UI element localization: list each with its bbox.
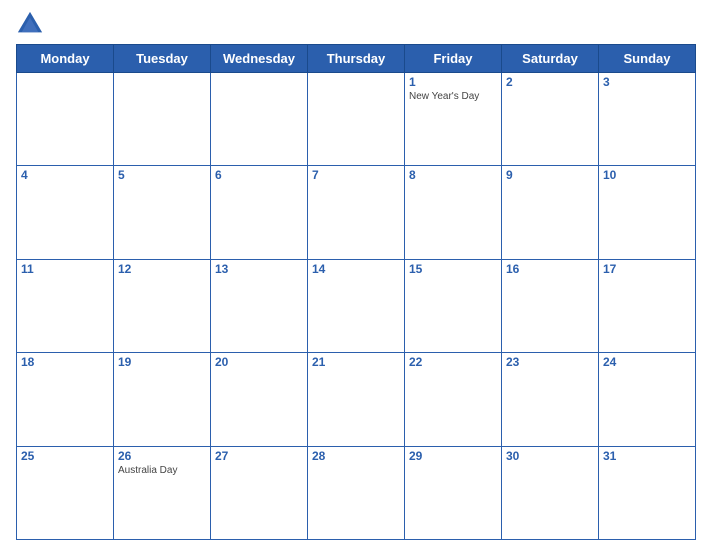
day-number: 17 <box>603 262 691 276</box>
calendar-cell: 18 <box>17 353 114 446</box>
day-number: 1 <box>409 75 497 89</box>
calendar-cell: 25 <box>17 446 114 539</box>
weekday-header-row: MondayTuesdayWednesdayThursdayFridaySatu… <box>17 45 696 73</box>
weekday-header-thursday: Thursday <box>308 45 405 73</box>
day-number: 4 <box>21 168 109 182</box>
holiday-label: Australia Day <box>118 465 206 476</box>
calendar-cell <box>308 73 405 166</box>
day-number: 20 <box>215 355 303 369</box>
week-row-4: 18 19 20 21 22 23 24 <box>17 353 696 446</box>
weekday-header-sunday: Sunday <box>599 45 696 73</box>
weekday-header-monday: Monday <box>17 45 114 73</box>
calendar-cell: 1 New Year's Day <box>405 73 502 166</box>
calendar-cell: 8 <box>405 166 502 259</box>
calendar-cell: 14 <box>308 259 405 352</box>
calendar-cell: 23 <box>502 353 599 446</box>
calendar-cell: 20 <box>211 353 308 446</box>
weekday-header-saturday: Saturday <box>502 45 599 73</box>
week-row-5: 25 26 Australia Day 27 28 29 30 31 <box>17 446 696 539</box>
weekday-header-friday: Friday <box>405 45 502 73</box>
calendar-cell: 26 Australia Day <box>114 446 211 539</box>
day-number: 31 <box>603 449 691 463</box>
day-number: 30 <box>506 449 594 463</box>
week-row-1: 1 New Year's Day 23 <box>17 73 696 166</box>
week-row-2: 456789 10 <box>17 166 696 259</box>
calendar-cell <box>211 73 308 166</box>
day-number: 15 <box>409 262 497 276</box>
calendar-cell: 2 <box>502 73 599 166</box>
day-number: 8 <box>409 168 497 182</box>
day-number: 5 <box>118 168 206 182</box>
calendar-cell: 4 <box>17 166 114 259</box>
calendar-cell: 13 <box>211 259 308 352</box>
day-number: 24 <box>603 355 691 369</box>
calendar-cell: 11 <box>17 259 114 352</box>
day-number: 18 <box>21 355 109 369</box>
day-number: 16 <box>506 262 594 276</box>
day-number: 7 <box>312 168 400 182</box>
day-number: 25 <box>21 449 109 463</box>
holiday-label: New Year's Day <box>409 91 497 102</box>
calendar-cell: 10 <box>599 166 696 259</box>
calendar-cell: 15 <box>405 259 502 352</box>
day-number: 13 <box>215 262 303 276</box>
weekday-header-wednesday: Wednesday <box>211 45 308 73</box>
day-number: 28 <box>312 449 400 463</box>
day-number: 29 <box>409 449 497 463</box>
day-number: 21 <box>312 355 400 369</box>
day-number: 23 <box>506 355 594 369</box>
day-number: 22 <box>409 355 497 369</box>
day-number: 19 <box>118 355 206 369</box>
calendar-cell: 17 <box>599 259 696 352</box>
calendar-cell: 12 <box>114 259 211 352</box>
calendar-cell: 29 <box>405 446 502 539</box>
calendar-header <box>16 10 696 38</box>
calendar-cell: 22 <box>405 353 502 446</box>
calendar-cell <box>114 73 211 166</box>
calendar-cell: 24 <box>599 353 696 446</box>
calendar-cell: 6 <box>211 166 308 259</box>
calendar-cell: 31 <box>599 446 696 539</box>
logo <box>16 10 46 38</box>
day-number: 11 <box>21 262 109 276</box>
calendar-cell: 28 <box>308 446 405 539</box>
day-number: 10 <box>603 168 691 182</box>
day-number: 6 <box>215 168 303 182</box>
day-number: 2 <box>506 75 594 89</box>
calendar-cell: 21 <box>308 353 405 446</box>
calendar-cell: 16 <box>502 259 599 352</box>
calendar-cell: 9 <box>502 166 599 259</box>
calendar-cell: 3 <box>599 73 696 166</box>
day-number: 26 <box>118 449 206 463</box>
calendar-cell: 5 <box>114 166 211 259</box>
calendar-cell: 27 <box>211 446 308 539</box>
calendar-cell <box>17 73 114 166</box>
calendar-cell: 30 <box>502 446 599 539</box>
day-number: 27 <box>215 449 303 463</box>
calendar-cell: 19 <box>114 353 211 446</box>
weekday-header-tuesday: Tuesday <box>114 45 211 73</box>
calendar-cell: 7 <box>308 166 405 259</box>
day-number: 12 <box>118 262 206 276</box>
general-blue-logo-icon <box>16 10 44 38</box>
day-number: 14 <box>312 262 400 276</box>
day-number: 9 <box>506 168 594 182</box>
day-number: 3 <box>603 75 691 89</box>
calendar-table: MondayTuesdayWednesdayThursdayFridaySatu… <box>16 44 696 540</box>
week-row-3: 11 12 13 14 15 16 17 <box>17 259 696 352</box>
